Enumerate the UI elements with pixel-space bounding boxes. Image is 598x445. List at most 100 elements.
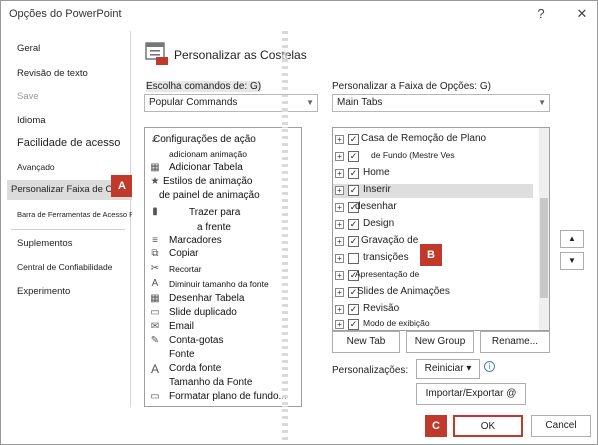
- tree-item[interactable]: + ✓ desenhar: [333, 201, 533, 215]
- expand-icon[interactable]: +: [335, 288, 344, 297]
- list-item[interactable]: Diminuir tamanho da fonte: [169, 279, 269, 289]
- tree-item[interactable]: + ✓ Slides de Animações: [333, 286, 533, 300]
- checkbox-checked[interactable]: ✓: [348, 219, 359, 230]
- tree-item[interactable]: + ✓ Home: [333, 167, 533, 181]
- info-icon[interactable]: i: [484, 361, 495, 372]
- expand-icon[interactable]: +: [335, 186, 344, 195]
- choose-commands-dropdown[interactable]: Popular Commands ▼: [144, 94, 318, 112]
- expand-icon[interactable]: +: [335, 152, 344, 161]
- list-item[interactable]: Corda fonte: [169, 363, 221, 374]
- checkbox-checked[interactable]: ✓: [348, 319, 359, 330]
- window-title: Opções do PowerPoint: [9, 8, 122, 20]
- close-button[interactable]: ✕: [571, 4, 593, 24]
- callout-badge-c: C: [425, 415, 447, 437]
- sidebar-item-idioma[interactable]: Idioma: [17, 115, 46, 126]
- list-item[interactable]: Copiar: [169, 248, 198, 259]
- new-group-button[interactable]: New Group: [406, 331, 474, 353]
- tree-item[interactable]: + ✓ Revisão: [333, 303, 533, 317]
- customize-ribbon-dropdown[interactable]: Main Tabs ▼: [332, 94, 550, 112]
- list-item[interactable]: Conta-gotas: [169, 335, 223, 346]
- sidebar-item-geral[interactable]: Geral: [17, 43, 40, 54]
- list-item[interactable]: Estilos de animação: [163, 176, 253, 187]
- main-panel: Personalizar as Costelas Escolha comando…: [132, 31, 594, 441]
- sidebar-item-avancado[interactable]: Avançado: [17, 162, 55, 172]
- sidebar-item-revisao[interactable]: Revisão de texto: [17, 68, 88, 79]
- checkbox-unchecked[interactable]: [348, 253, 359, 264]
- callout-badge-b: B: [420, 244, 442, 266]
- format-background-icon: ▭: [150, 391, 160, 402]
- list-item[interactable]: Recortar: [169, 264, 202, 274]
- tree-item-selected[interactable]: + ✓ Inserir: [333, 184, 533, 198]
- expand-icon[interactable]: +: [335, 271, 344, 280]
- draw-table-icon: ▦: [150, 293, 160, 304]
- list-item[interactable]: Slide duplicado: [169, 307, 237, 318]
- chevron-down-icon: ▼: [538, 98, 546, 107]
- ok-button[interactable]: OK: [453, 415, 523, 437]
- tree-item[interactable]: + ✓ Design: [333, 218, 533, 232]
- checkbox-checked[interactable]: ✓: [348, 236, 359, 247]
- copy-icon: ⧉: [151, 248, 159, 259]
- import-export-button[interactable]: Importar/Exportar @: [416, 383, 526, 405]
- customize-ribbon-value: Main Tabs: [337, 97, 383, 108]
- tree-item[interactable]: + ✓ Apresentação de: [333, 269, 533, 283]
- choose-commands-label: Escolha comandos de: G): [146, 81, 262, 92]
- list-item[interactable]: Desenhar Tabela: [169, 293, 244, 304]
- expand-icon[interactable]: +: [335, 305, 344, 314]
- sidebar-item-central-confiabilidade[interactable]: Central de Confiabilidade: [17, 262, 112, 272]
- checkbox-checked[interactable]: ✓: [348, 134, 359, 145]
- animation-styles-icon: ★: [150, 176, 160, 187]
- checkbox-checked[interactable]: ✓: [348, 185, 359, 196]
- move-up-button[interactable]: ▲: [560, 230, 584, 248]
- list-item[interactable]: adicionam animação: [169, 149, 247, 159]
- list-item[interactable]: Formatar plano de fundo...: [169, 391, 287, 402]
- sidebar-item-experimento[interactable]: Experimento: [17, 286, 70, 297]
- tree-item[interactable]: + ✓ Modo de exibição: [333, 318, 533, 330]
- cancel-button[interactable]: Cancel: [531, 415, 591, 437]
- tree-item[interactable]: + ✓ de Fundo (Mestre Ves: [333, 150, 533, 164]
- expand-icon[interactable]: +: [335, 320, 344, 329]
- torn-edge-divider: [282, 31, 288, 441]
- expand-icon[interactable]: +: [335, 135, 344, 144]
- rename-button[interactable]: Rename...: [480, 331, 550, 353]
- email-icon: ✉: [150, 321, 160, 332]
- bullets-icon: ≡: [152, 235, 158, 246]
- personalizations-label: Personalizações:: [332, 365, 409, 376]
- expand-icon[interactable]: +: [335, 220, 344, 229]
- chevron-down-icon: ▾: [466, 363, 472, 374]
- sidebar-item-suplementos[interactable]: Suplementos: [17, 238, 72, 249]
- list-item[interactable]: de painel de animação: [159, 190, 260, 201]
- choose-commands-value: Popular Commands: [149, 97, 238, 108]
- help-button[interactable]: ?: [530, 4, 552, 24]
- expand-icon[interactable]: +: [335, 203, 344, 212]
- scrollbar-thumb[interactable]: [540, 198, 548, 298]
- callout-badge-a: A: [111, 175, 133, 197]
- list-item[interactable]: Trazer para: [189, 207, 240, 218]
- new-tab-button[interactable]: New Tab: [332, 331, 400, 353]
- expand-icon[interactable]: +: [335, 169, 344, 178]
- tree-scrollbar[interactable]: [539, 128, 549, 330]
- expand-icon[interactable]: +: [335, 254, 344, 263]
- list-item[interactable]: Adicionar Tabela: [169, 162, 243, 173]
- checkbox-checked[interactable]: ✓: [348, 168, 359, 179]
- bring-forward-icon: ▮: [152, 206, 158, 217]
- checkbox-checked[interactable]: ✓: [348, 304, 359, 315]
- font-color-icon: A: [150, 362, 159, 376]
- tree-item[interactable]: + ✓ Casa de Remoção de Plano: [333, 133, 533, 147]
- reset-button[interactable]: Reiniciar ▾: [416, 359, 480, 379]
- sidebar-item-save[interactable]: Save: [17, 91, 39, 102]
- checkbox-checked[interactable]: ✓: [348, 151, 359, 162]
- ribbon-tabs-tree[interactable]: + ✓ Casa de Remoção de Plano + ✓ de Fund…: [332, 127, 550, 331]
- expand-icon[interactable]: +: [335, 237, 344, 246]
- commands-list[interactable]: ✓ Configurações de ação adicionam animaç…: [144, 127, 302, 407]
- sidebar-divider: [11, 229, 125, 230]
- list-item[interactable]: a frente: [197, 222, 231, 233]
- list-item[interactable]: Email: [169, 321, 194, 332]
- table-icon: ▦: [150, 162, 160, 173]
- list-item[interactable]: Tamanho da Fonte: [169, 377, 252, 388]
- customize-ribbon-icon: [144, 39, 170, 67]
- list-item[interactable]: Configurações de ação: [153, 134, 256, 145]
- sidebar-item-facilidade[interactable]: Facilidade de acesso: [17, 137, 120, 149]
- list-item[interactable]: Marcadores: [169, 235, 222, 246]
- move-down-button[interactable]: ▼: [560, 252, 584, 270]
- list-item[interactable]: Fonte: [169, 349, 195, 360]
